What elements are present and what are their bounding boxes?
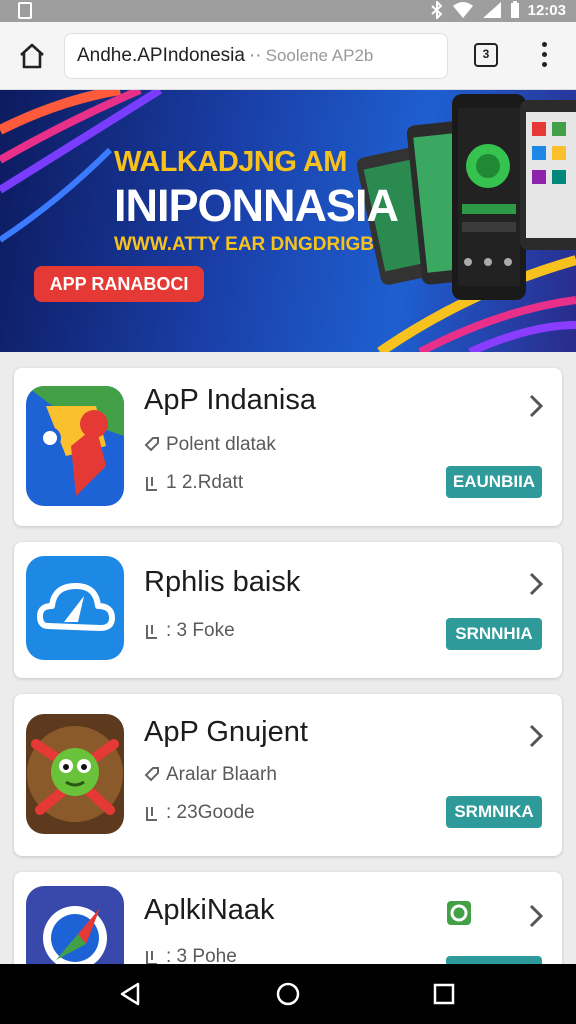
battery-icon — [510, 1, 519, 18]
status-bar: 12:03 — [0, 0, 576, 22]
app-card[interactable]: ApP Gnujent Aralar Blaarh : 23Goode SRMN… — [14, 694, 562, 856]
app-rating: 1 2.Rdatt — [144, 472, 243, 494]
game-app-icon — [26, 714, 124, 834]
home-nav-icon[interactable] — [274, 980, 302, 1008]
download-icon — [146, 807, 157, 821]
download-icon — [146, 477, 157, 491]
recents-icon[interactable] — [430, 980, 458, 1008]
app-category-text: Polent dlatak — [166, 434, 276, 455]
chevron-right-icon[interactable] — [528, 394, 544, 418]
url-text: Andhe.APIndonesia — [77, 45, 245, 66]
bluetooth-icon — [430, 1, 443, 19]
tag-icon — [144, 437, 159, 452]
home-icon[interactable] — [14, 38, 50, 74]
app-title: AplkiNaak — [144, 894, 275, 926]
app-rating-text: 1 2.Rdatt — [166, 472, 244, 493]
app-category: Polent dlatak — [144, 434, 276, 456]
app-title: ApP Indanisa — [144, 384, 316, 416]
banner-cta-button[interactable]: APP RANABOCI — [34, 266, 204, 302]
app-rating-text: : 23Goode — [166, 802, 255, 823]
app-rating: : 3 Foke — [144, 620, 235, 642]
banner-heading-small: WALKADJNG AM — [114, 146, 347, 178]
app-card[interactable]: Rphlis baisk : 3 Foke SRNNHIA — [14, 542, 562, 678]
overflow-menu-icon[interactable] — [536, 42, 552, 70]
chevron-right-icon[interactable] — [528, 572, 544, 596]
cloud-app-icon — [26, 556, 124, 660]
app-card[interactable]: ApP Indanisa Polent dlatak 1 2.Rdatt EAU… — [14, 368, 562, 526]
app-category-text: Aralar Blaarh — [166, 764, 277, 785]
navigation-bar — [0, 964, 576, 1024]
tag-icon — [144, 767, 159, 782]
clock: 12:03 — [527, 1, 566, 19]
address-bar[interactable]: Andhe.APIndonesia ·· Soolene AP2b — [64, 33, 448, 79]
back-icon[interactable] — [116, 980, 144, 1008]
browser-toolbar: Andhe.APIndonesia ·· Soolene AP2b 3 — [0, 22, 576, 90]
url-separator: ·· — [248, 45, 262, 66]
app-category: Aralar Blaarh — [144, 764, 277, 786]
chevron-right-icon[interactable] — [528, 904, 544, 928]
signal-icon — [482, 2, 501, 18]
promo-banner[interactable]: WALKADJNG AM INIPONNASIA WWW.ATTY EAR DN… — [0, 90, 576, 352]
app-title: Rphlis baisk — [144, 566, 301, 598]
phone-graphic-3 — [452, 94, 526, 300]
app-rating-text: : 3 Foke — [166, 620, 235, 641]
banner-heading-large: INIPONNASIA — [114, 180, 399, 231]
badge-icon — [447, 901, 471, 925]
phone-graphic-4 — [520, 100, 576, 250]
install-tag[interactable]: EAUNBIIA — [446, 466, 542, 498]
chevron-right-icon[interactable] — [528, 724, 544, 748]
maps-app-icon — [26, 386, 124, 506]
sim-icon — [18, 2, 32, 19]
url-subtext: Soolene AP2b — [265, 46, 374, 65]
tabs-button[interactable]: 3 — [474, 43, 498, 67]
app-rating: : 23Goode — [144, 802, 255, 824]
install-tag[interactable]: SRNNHIA — [446, 618, 542, 650]
banner-website: WWW.ATTY EAR DNGDRIGB — [114, 234, 374, 255]
wifi-icon — [452, 2, 473, 18]
install-tag[interactable]: SRMNIKA — [446, 796, 542, 828]
app-title: ApP Gnujent — [144, 716, 308, 748]
download-icon — [146, 625, 157, 639]
